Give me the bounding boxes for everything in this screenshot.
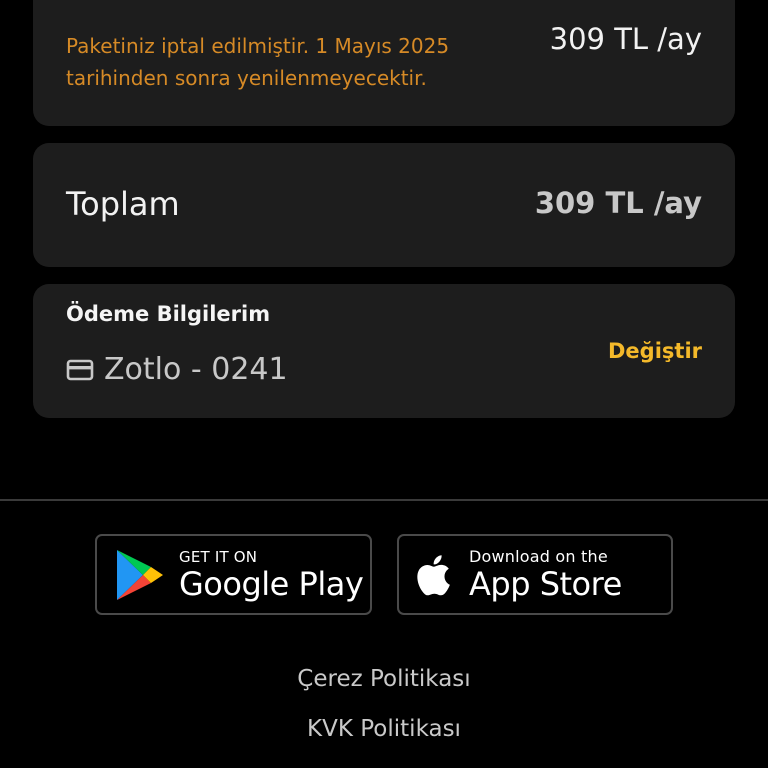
kvk-policy-link[interactable]: KVK Politikası <box>0 716 768 742</box>
google-play-text: GET IT ON Google Play <box>179 547 364 603</box>
payment-method-label: Zotlo - 0241 <box>104 352 288 387</box>
footer-divider <box>0 499 768 501</box>
payment-info-title: Ödeme Bilgilerim <box>66 302 271 326</box>
payment-method: Zotlo - 0241 <box>66 352 288 387</box>
app-store-small-label: Download on the <box>469 546 608 566</box>
app-store-big-label: App Store <box>469 564 622 603</box>
google-play-small-label: GET IT ON <box>179 547 258 566</box>
google-play-badge[interactable]: GET IT ON Google Play <box>95 534 372 615</box>
credit-card-icon <box>66 359 94 381</box>
apple-icon <box>417 552 455 598</box>
subscription-price: 309 TL /ay <box>549 22 702 56</box>
subscription-card: Paketiniz iptal edilmiştir. 1 Mayıs 2025… <box>33 0 735 126</box>
subscription-page: Paketiniz iptal edilmiştir. 1 Mayıs 2025… <box>0 0 768 768</box>
app-store-text: Download on the App Store <box>469 546 622 603</box>
total-card: Toplam 309 TL /ay <box>33 143 735 267</box>
google-play-icon <box>115 548 165 602</box>
cancellation-notice: Paketiniz iptal edilmiştir. 1 Mayıs 2025… <box>66 34 450 90</box>
cookie-policy-link[interactable]: Çerez Politikası <box>0 666 768 692</box>
total-price: 309 TL /ay <box>534 186 702 220</box>
change-payment-button[interactable]: Değiştir <box>608 339 702 363</box>
total-label: Toplam <box>66 185 180 223</box>
app-store-badge[interactable]: Download on the App Store <box>397 534 673 615</box>
payment-info-card: Ödeme Bilgilerim Zotlo - 0241 Değiştir <box>33 284 735 418</box>
google-play-big-label: Google Play <box>179 564 364 603</box>
